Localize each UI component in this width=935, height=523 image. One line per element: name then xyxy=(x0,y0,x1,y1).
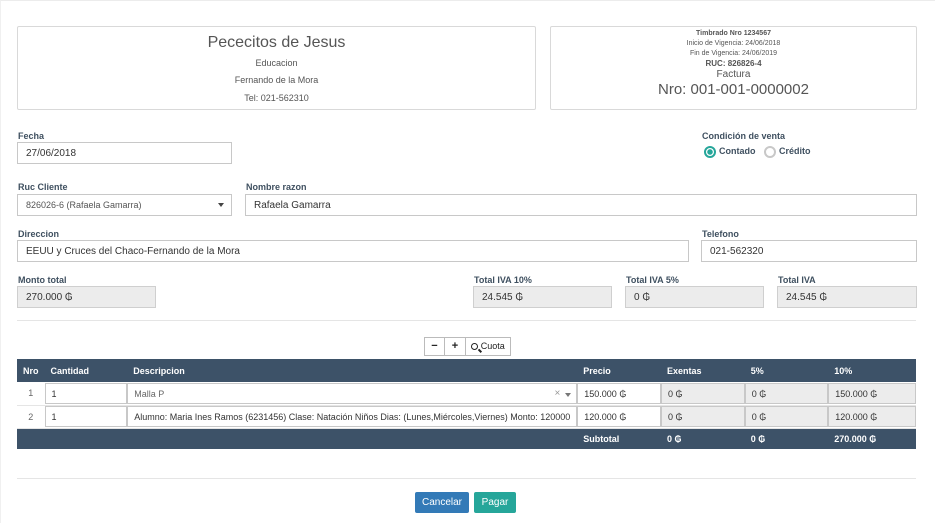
chevron-down-icon xyxy=(218,203,224,207)
diez-value: 120.000 ₲ xyxy=(828,406,916,427)
invoice-number: Nro: 001-001-0000002 xyxy=(658,81,809,98)
col-5: 5% xyxy=(744,359,829,382)
vigencia-inicio: Inicio de Vigencia: 24/06/2018 xyxy=(686,40,781,47)
col-cantidad: Cantidad xyxy=(44,359,128,382)
col-descripcion: Descripcion xyxy=(127,359,578,382)
direccion-field[interactable]: EEUU y Cruces del Chaco-Fernando de la M… xyxy=(17,240,689,262)
company-name: Pececitos de Jesus xyxy=(207,34,346,51)
iva5-field: 0 ₲ xyxy=(625,286,764,308)
cuota-label: Cuota xyxy=(480,341,505,351)
remove-row-button[interactable]: − xyxy=(424,337,445,356)
col-exentas: Exentas xyxy=(661,359,745,382)
invoice-page: Pececitos de Jesus Educacion Fernando de… xyxy=(0,0,935,523)
iva10-label: Total IVA 10% xyxy=(474,275,532,285)
cinco-value: 0 ₲ xyxy=(744,406,829,427)
company-phone: Tel: 021-562310 xyxy=(244,93,309,103)
search-icon xyxy=(471,343,482,353)
iva-total-field: 24.545 ₲ xyxy=(777,286,917,308)
cantidad-input[interactable]: 1 xyxy=(44,406,128,427)
divider xyxy=(17,478,916,479)
descripcion-value: Malla P xyxy=(134,388,165,399)
pay-button[interactable]: Pagar xyxy=(474,492,516,513)
fecha-label: Fecha xyxy=(18,131,45,141)
company-address: Fernando de la Mora xyxy=(234,75,319,85)
ruc-cliente-label: Ruc Cliente xyxy=(18,182,68,192)
condicion-label: Condición de venta xyxy=(702,131,786,141)
condicion-radio-group: Contado Crédito xyxy=(704,146,811,158)
exentas-value: 0 ₲ xyxy=(661,406,745,427)
monto-field: 270.000 ₲ xyxy=(17,286,156,308)
radio-selected-icon xyxy=(704,146,716,158)
iva5-label: Total IVA 5% xyxy=(626,275,679,285)
subtotal-diez: 270.000 ₲ xyxy=(828,428,916,449)
ruc-text: RUC: 826826-4 xyxy=(705,59,762,68)
nombre-label: Nombre razon xyxy=(246,182,307,192)
table-row: 2 1 Alumno: Maria Ines Ramos (6231456) C… xyxy=(17,405,916,429)
credito-label: Crédito xyxy=(779,146,811,157)
table-row: 1 1 Malla P × 150.000 ₲ 0 ₲ 0 ₲ 150.000 … xyxy=(17,382,916,406)
telefono-label: Telefono xyxy=(702,229,739,239)
row-nro: 2 xyxy=(17,405,45,429)
contado-radio[interactable]: Contado xyxy=(704,146,756,158)
invoice-box: Timbrado Nro 1234567 Inicio de Vigencia:… xyxy=(550,26,917,110)
subtotal-label: Subtotal xyxy=(577,428,662,449)
cantidad-input[interactable]: 1 xyxy=(44,382,128,404)
subtotal-exentas: 0 ₲ xyxy=(661,428,745,449)
exentas-value: 0 ₲ xyxy=(661,382,745,404)
subtotal-row: Subtotal 0 ₲ 0 ₲ 270.000 ₲ xyxy=(17,428,916,449)
cuota-button[interactable]: Cuota xyxy=(465,337,511,356)
iva10-field: 24.545 ₲ xyxy=(473,286,612,308)
clear-icon[interactable]: × xyxy=(554,388,560,399)
timbrado-text: Timbrado Nro 1234567 xyxy=(696,30,771,37)
precio-input[interactable]: 120.000 ₲ xyxy=(577,406,662,427)
contado-label: Contado xyxy=(719,146,756,157)
ruc-cliente-value: 826026-6 (Rafaela Gamarra) xyxy=(26,200,142,210)
descripcion-input[interactable]: Alumno: Maria Ines Ramos (6231456) Clase… xyxy=(127,406,578,427)
company-category: Educacion xyxy=(255,58,298,68)
descripcion-select[interactable]: Malla P × xyxy=(127,382,578,404)
direccion-label: Direccion xyxy=(18,229,60,239)
items-table: Nro Cantidad Descripcion Precio Exentas … xyxy=(17,359,916,449)
precio-input[interactable]: 150.000 ₲ xyxy=(577,382,662,404)
vigencia-fin: Fin de Vigencia: 24/06/2019 xyxy=(689,50,778,57)
table-header-row: Nro Cantidad Descripcion Precio Exentas … xyxy=(17,359,916,382)
nombre-field[interactable]: Rafaela Gamarra xyxy=(245,194,917,216)
cancel-button[interactable]: Cancelar xyxy=(415,492,469,513)
fecha-field[interactable]: 27/06/2018 xyxy=(17,142,232,164)
invoice-type: Factura xyxy=(716,69,751,80)
monto-label: Monto total xyxy=(18,275,67,285)
chevron-down-icon xyxy=(565,392,572,397)
ruc-cliente-select[interactable]: 826026-6 (Rafaela Gamarra) xyxy=(17,194,232,216)
radio-unselected-icon xyxy=(764,146,777,158)
add-row-button[interactable]: + xyxy=(444,337,466,356)
telefono-field[interactable]: 021-562320 xyxy=(701,240,917,262)
diez-value: 150.000 ₲ xyxy=(828,382,916,404)
company-box: Pececitos de Jesus Educacion Fernando de… xyxy=(17,26,536,110)
col-precio: Precio xyxy=(577,359,662,382)
subtotal-cinco: 0 ₲ xyxy=(744,428,829,449)
col-nro: Nro xyxy=(17,359,45,382)
col-10: 10% xyxy=(828,359,916,382)
credito-radio[interactable]: Crédito xyxy=(764,146,811,158)
iva-total-label: Total IVA xyxy=(778,275,816,285)
row-nro: 1 xyxy=(17,382,45,406)
divider xyxy=(17,320,916,321)
cinco-value: 0 ₲ xyxy=(744,382,829,404)
